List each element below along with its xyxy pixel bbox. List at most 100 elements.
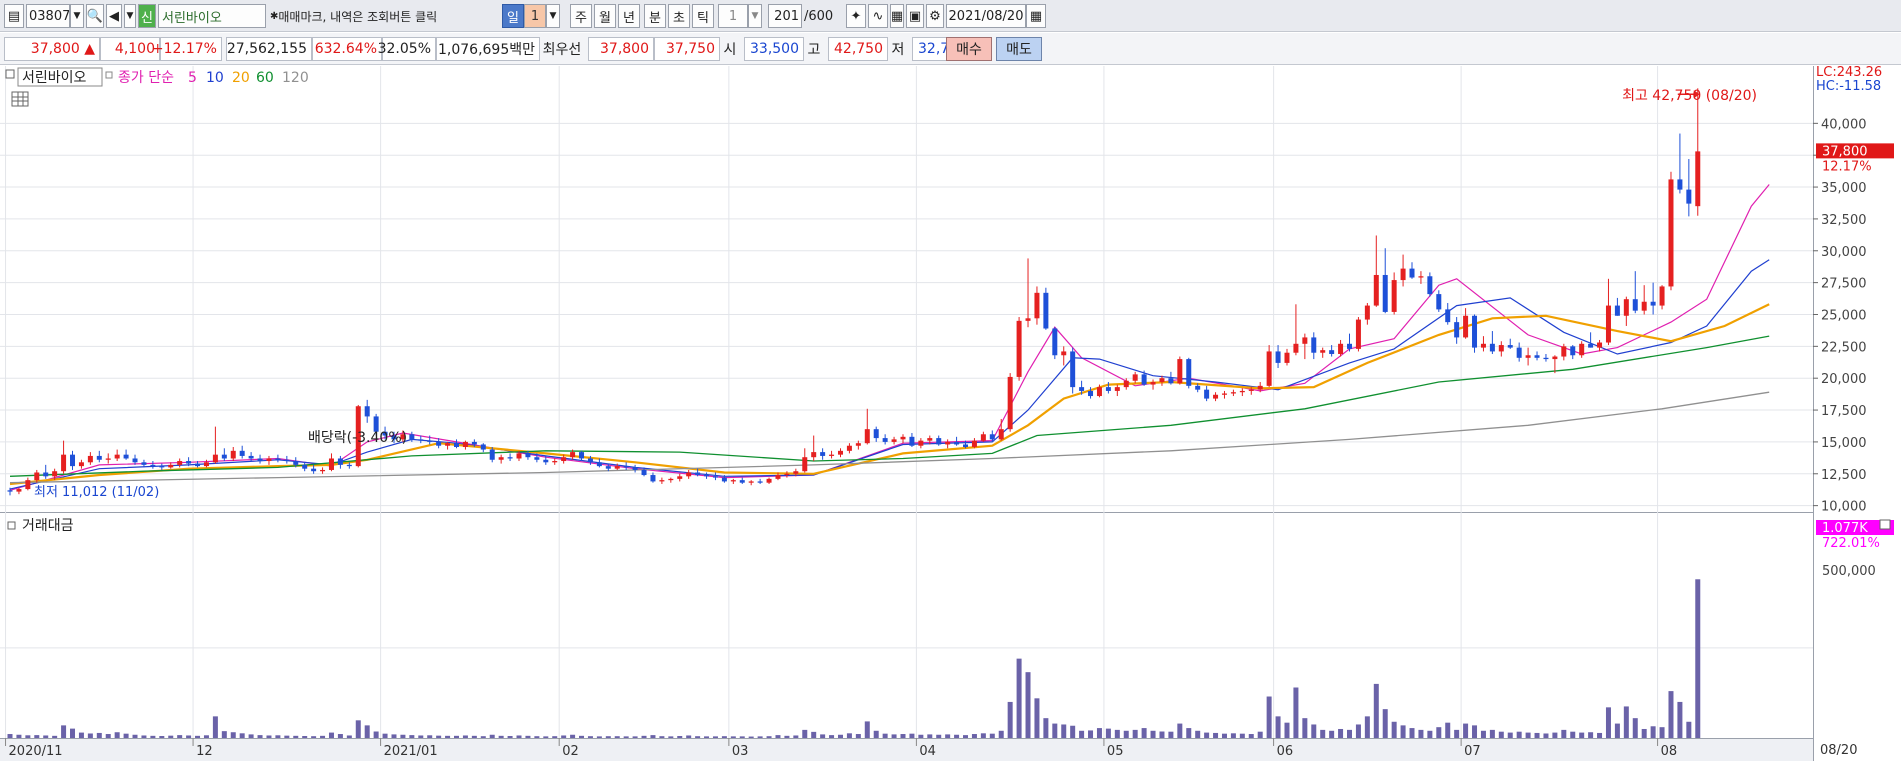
candle-body (846, 445, 852, 451)
candle-body (1195, 385, 1201, 390)
count-input[interactable]: 201 (768, 4, 802, 28)
calendar-icon[interactable]: ▦ (1026, 4, 1046, 28)
volume-bar (1177, 723, 1183, 738)
candle-body (150, 464, 156, 467)
multiplier-dropdown-icon[interactable]: ▼ (546, 4, 560, 28)
volume-bar (239, 733, 245, 738)
volume-bar (1239, 733, 1245, 738)
volume-bar (1302, 718, 1308, 738)
volume-bar (1570, 731, 1576, 738)
volume-bar (462, 735, 468, 738)
volume-bar (1105, 728, 1111, 738)
volume-bar (864, 721, 870, 738)
indicator-icon[interactable]: ∿ (868, 4, 888, 28)
volume-bar (1329, 730, 1335, 738)
volume-bar (721, 736, 727, 738)
candle-body (659, 480, 665, 482)
volume-bar (534, 736, 540, 738)
candle-body (1016, 320, 1022, 377)
period-year-tab[interactable]: 년 (618, 4, 640, 28)
volume-bar (793, 735, 799, 738)
volume-value: 27,562,155 (226, 37, 312, 61)
unit-dropdown-icon[interactable]: ▼ (748, 4, 762, 28)
volume-bar (1034, 698, 1040, 738)
table-icon[interactable] (11, 91, 29, 107)
candle-body (105, 458, 111, 460)
volume-current-label: 1.077K (1822, 521, 1868, 536)
volume-bar (909, 733, 915, 738)
volume-bar (1213, 732, 1219, 738)
period-day-tab[interactable]: 일 (502, 4, 524, 28)
candle-body (34, 472, 40, 481)
stock-code-input[interactable]: 038070 (26, 4, 70, 28)
volume-bar (900, 734, 906, 738)
panel-separator (0, 512, 1901, 536)
sell-button[interactable]: 매도 (996, 37, 1042, 61)
volume-close-icon[interactable] (1879, 519, 1891, 530)
candle-body (1552, 356, 1558, 360)
volume-bar (1088, 730, 1094, 738)
candle-body (1659, 286, 1665, 306)
x-tick-label: 12 (196, 744, 213, 759)
period-tick-tab[interactable]: 틱 (692, 4, 714, 28)
volume-bar (177, 735, 183, 738)
candle-body (668, 478, 674, 481)
grid-icon[interactable]: ▦ (890, 4, 904, 28)
volume-bar (1230, 733, 1236, 738)
trade-mark-icon[interactable]: ✦ (846, 4, 866, 28)
candle-body (855, 443, 861, 446)
period-week-tab[interactable]: 주 (570, 4, 592, 28)
volume-bar (1605, 707, 1611, 738)
candle-body (570, 452, 576, 458)
volume-bar (436, 735, 442, 738)
candle-body (96, 455, 102, 460)
volume-bar (34, 735, 40, 738)
candle-body (1480, 343, 1486, 348)
sound-dropdown-icon[interactable]: ▼ (124, 4, 136, 28)
period-multiplier[interactable]: 1 (524, 4, 546, 28)
volume-bar (1123, 730, 1129, 738)
y-tick-label: 10,000 (1821, 500, 1867, 515)
candle-body (507, 457, 513, 459)
candle-body (891, 439, 897, 442)
high-annotation: 최고 42,750 (08/20) (1622, 88, 1757, 104)
save-icon[interactable]: ▣ (906, 4, 924, 28)
volume-bar (543, 736, 549, 738)
candle-body (1177, 359, 1183, 384)
sound-icon[interactable]: ◀ (106, 4, 122, 28)
volume-bar (230, 732, 236, 738)
buy-button[interactable]: 매수 (946, 37, 992, 61)
volume-bar (212, 716, 218, 738)
volume-bar (1391, 721, 1397, 738)
date-input[interactable]: 2021/08/20 (946, 4, 1026, 28)
candle-body (1597, 342, 1603, 348)
unit-input[interactable]: 1 (718, 4, 748, 28)
stock-name-field[interactable]: 서린바이오 (158, 4, 266, 28)
candle-body (1141, 374, 1147, 385)
candle-body (221, 454, 227, 459)
candle-body (498, 457, 504, 460)
candle-body (766, 478, 772, 483)
period-month-tab[interactable]: 월 (594, 4, 616, 28)
volume-bar (1516, 731, 1522, 738)
volume-bar (1347, 729, 1352, 738)
code-dropdown-icon[interactable]: ▼ (70, 4, 84, 28)
volume-bar (954, 734, 960, 738)
candle-body (596, 462, 602, 467)
volume-bar (882, 733, 888, 738)
candle-body (1507, 345, 1513, 348)
period-second-tab[interactable]: 초 (668, 4, 690, 28)
candle-body (1409, 268, 1415, 278)
candle-body (409, 434, 415, 440)
period-minute-tab[interactable]: 분 (644, 4, 666, 28)
candle-body (730, 480, 736, 482)
candle-body (1463, 315, 1469, 338)
gear-icon[interactable]: ⚙ (926, 4, 944, 28)
volume-bar (605, 736, 611, 738)
volume-bar (963, 735, 969, 738)
candle-body (641, 469, 647, 476)
open-price: 33,500 (744, 37, 804, 61)
search-icon[interactable]: 🔍 (86, 4, 104, 28)
chart-type-icon[interactable]: ▤ (4, 4, 24, 28)
candle-body (25, 480, 31, 490)
